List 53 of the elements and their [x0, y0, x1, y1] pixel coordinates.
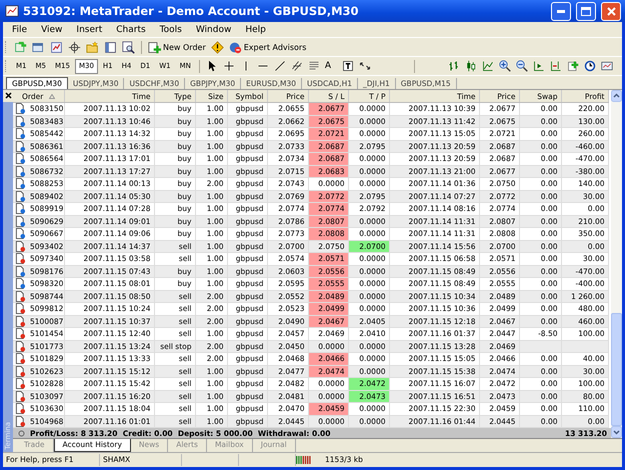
connection-bars-icon [296, 456, 312, 464]
navigator-icon [104, 40, 117, 54]
candlestick-icon [464, 60, 477, 72]
close-icon[interactable] [4, 92, 12, 99]
maximize-button[interactable] [576, 2, 596, 20]
close-icon [606, 6, 616, 16]
zoom-out-icon [516, 60, 528, 72]
template-icon [600, 60, 613, 72]
circle-icon [18, 430, 25, 436]
menu-item[interactable]: Tools [152, 24, 189, 34]
text-tool-button[interactable]: A [322, 58, 339, 74]
window-title: 531092: MetaTrader - Demo Account - GBPUSD,M30 [23, 4, 360, 18]
sort-arrow-icon [49, 94, 56, 98]
bar-chart-icon [448, 60, 460, 72]
menu-item[interactable]: Window [188, 24, 238, 34]
menu-item[interactable]: Help [238, 24, 273, 34]
menu-item[interactable]: Insert [69, 24, 110, 34]
chart-shift-icon [550, 60, 562, 72]
trendline-icon [274, 60, 286, 72]
close-button[interactable] [601, 2, 621, 20]
menu-item[interactable]: Charts [109, 24, 153, 34]
scroll-down-icon[interactable] [611, 426, 622, 438]
toolbar-button[interactable] [102, 39, 119, 55]
fibonacci-icon [308, 60, 320, 72]
clock-icon [584, 60, 596, 72]
new-chart-icon [14, 40, 27, 54]
scroll-thumb[interactable] [611, 312, 622, 426]
channel-icon [290, 60, 303, 72]
search-icon [122, 40, 135, 54]
zoom-in-icon [498, 60, 511, 72]
label-icon [342, 60, 354, 72]
new-order-button[interactable]: New Order [146, 39, 208, 55]
toolbar-button[interactable] [120, 39, 137, 55]
new-order-icon [148, 40, 161, 54]
maximize-icon [581, 6, 591, 16]
menu-item[interactable]: File [5, 24, 34, 34]
minimize-icon [557, 10, 565, 12]
crosshair-icon [222, 60, 235, 72]
indicators-icon [566, 60, 579, 72]
minimize-button[interactable] [551, 2, 571, 20]
window-icon [32, 40, 45, 54]
line-chart-icon [482, 60, 494, 72]
toolbar-button[interactable] [66, 39, 83, 55]
crosshair-icon [68, 40, 81, 54]
diamond-warning-icon [210, 40, 224, 54]
menu-item[interactable]: View [34, 24, 70, 34]
folder-star-icon [86, 40, 99, 54]
arrows-icon [358, 60, 371, 72]
scroll-up-icon[interactable] [611, 90, 622, 102]
autoscroll-icon [532, 60, 545, 72]
app-icon [5, 4, 19, 18]
scrollbar[interactable] [611, 90, 622, 438]
expert-advisors-button[interactable]: Expert Advisors [226, 39, 308, 55]
